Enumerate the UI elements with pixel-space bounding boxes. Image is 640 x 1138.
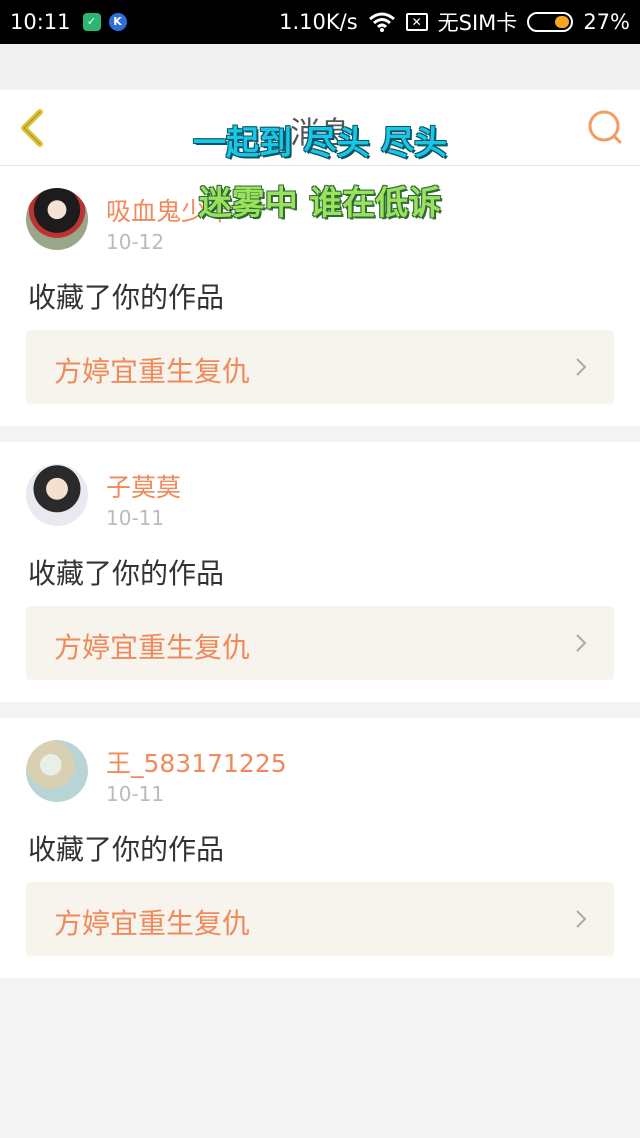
work-link[interactable]: 方婷宜重生复仇 bbox=[26, 882, 614, 956]
no-sim-icon: ✕ bbox=[405, 13, 428, 31]
lyric-line-2: 迷雾中 谁在低诉 bbox=[198, 183, 442, 222]
message-date: 10-12 bbox=[106, 230, 165, 254]
username[interactable]: 子莫莫 bbox=[106, 468, 181, 504]
action-text: 收藏了你的作品 bbox=[28, 833, 225, 866]
work-title: 方婷宜重生复仇 bbox=[54, 631, 251, 664]
message-date: 10-11 bbox=[106, 782, 165, 806]
battery-percent: 27% bbox=[583, 10, 630, 34]
avatar[interactable] bbox=[26, 740, 88, 802]
chevron-right-icon bbox=[576, 358, 587, 376]
chevron-right-icon bbox=[576, 910, 587, 928]
message-date: 10-11 bbox=[106, 506, 165, 530]
status-time: 10:11 bbox=[10, 10, 71, 34]
top-spacer bbox=[0, 44, 640, 90]
work-title: 方婷宜重生复仇 bbox=[54, 907, 251, 940]
work-link[interactable]: 方婷宜重生复仇 bbox=[26, 330, 614, 404]
k-app-icon: K bbox=[108, 13, 127, 31]
wifi-icon bbox=[368, 12, 395, 32]
lyric-line-1: 一起到 尽头 尽头 bbox=[193, 123, 447, 162]
message-card: 子莫莫 10-11 收藏了你的作品 方婷宜重生复仇 bbox=[0, 442, 640, 702]
action-text: 收藏了你的作品 bbox=[28, 557, 225, 590]
work-link[interactable]: 方婷宜重生复仇 bbox=[26, 606, 614, 680]
chevron-right-icon bbox=[576, 634, 587, 652]
work-title: 方婷宜重生复仇 bbox=[54, 355, 251, 388]
shield-app-icon: ✓ bbox=[82, 13, 101, 31]
action-text: 收藏了你的作品 bbox=[28, 281, 225, 314]
message-card: 王_583171225 10-11 收藏了你的作品 方婷宜重生复仇 bbox=[0, 718, 640, 978]
status-bar: 10:11 ✓ K 1.10K/s ✕ 无SIM卡 27% bbox=[0, 0, 640, 44]
sim-status: 无SIM卡 bbox=[437, 11, 518, 35]
username[interactable]: 王_583171225 bbox=[106, 744, 287, 780]
network-speed: 1.10K/s bbox=[279, 10, 358, 34]
battery-icon bbox=[527, 12, 574, 32]
avatar[interactable] bbox=[26, 464, 88, 526]
